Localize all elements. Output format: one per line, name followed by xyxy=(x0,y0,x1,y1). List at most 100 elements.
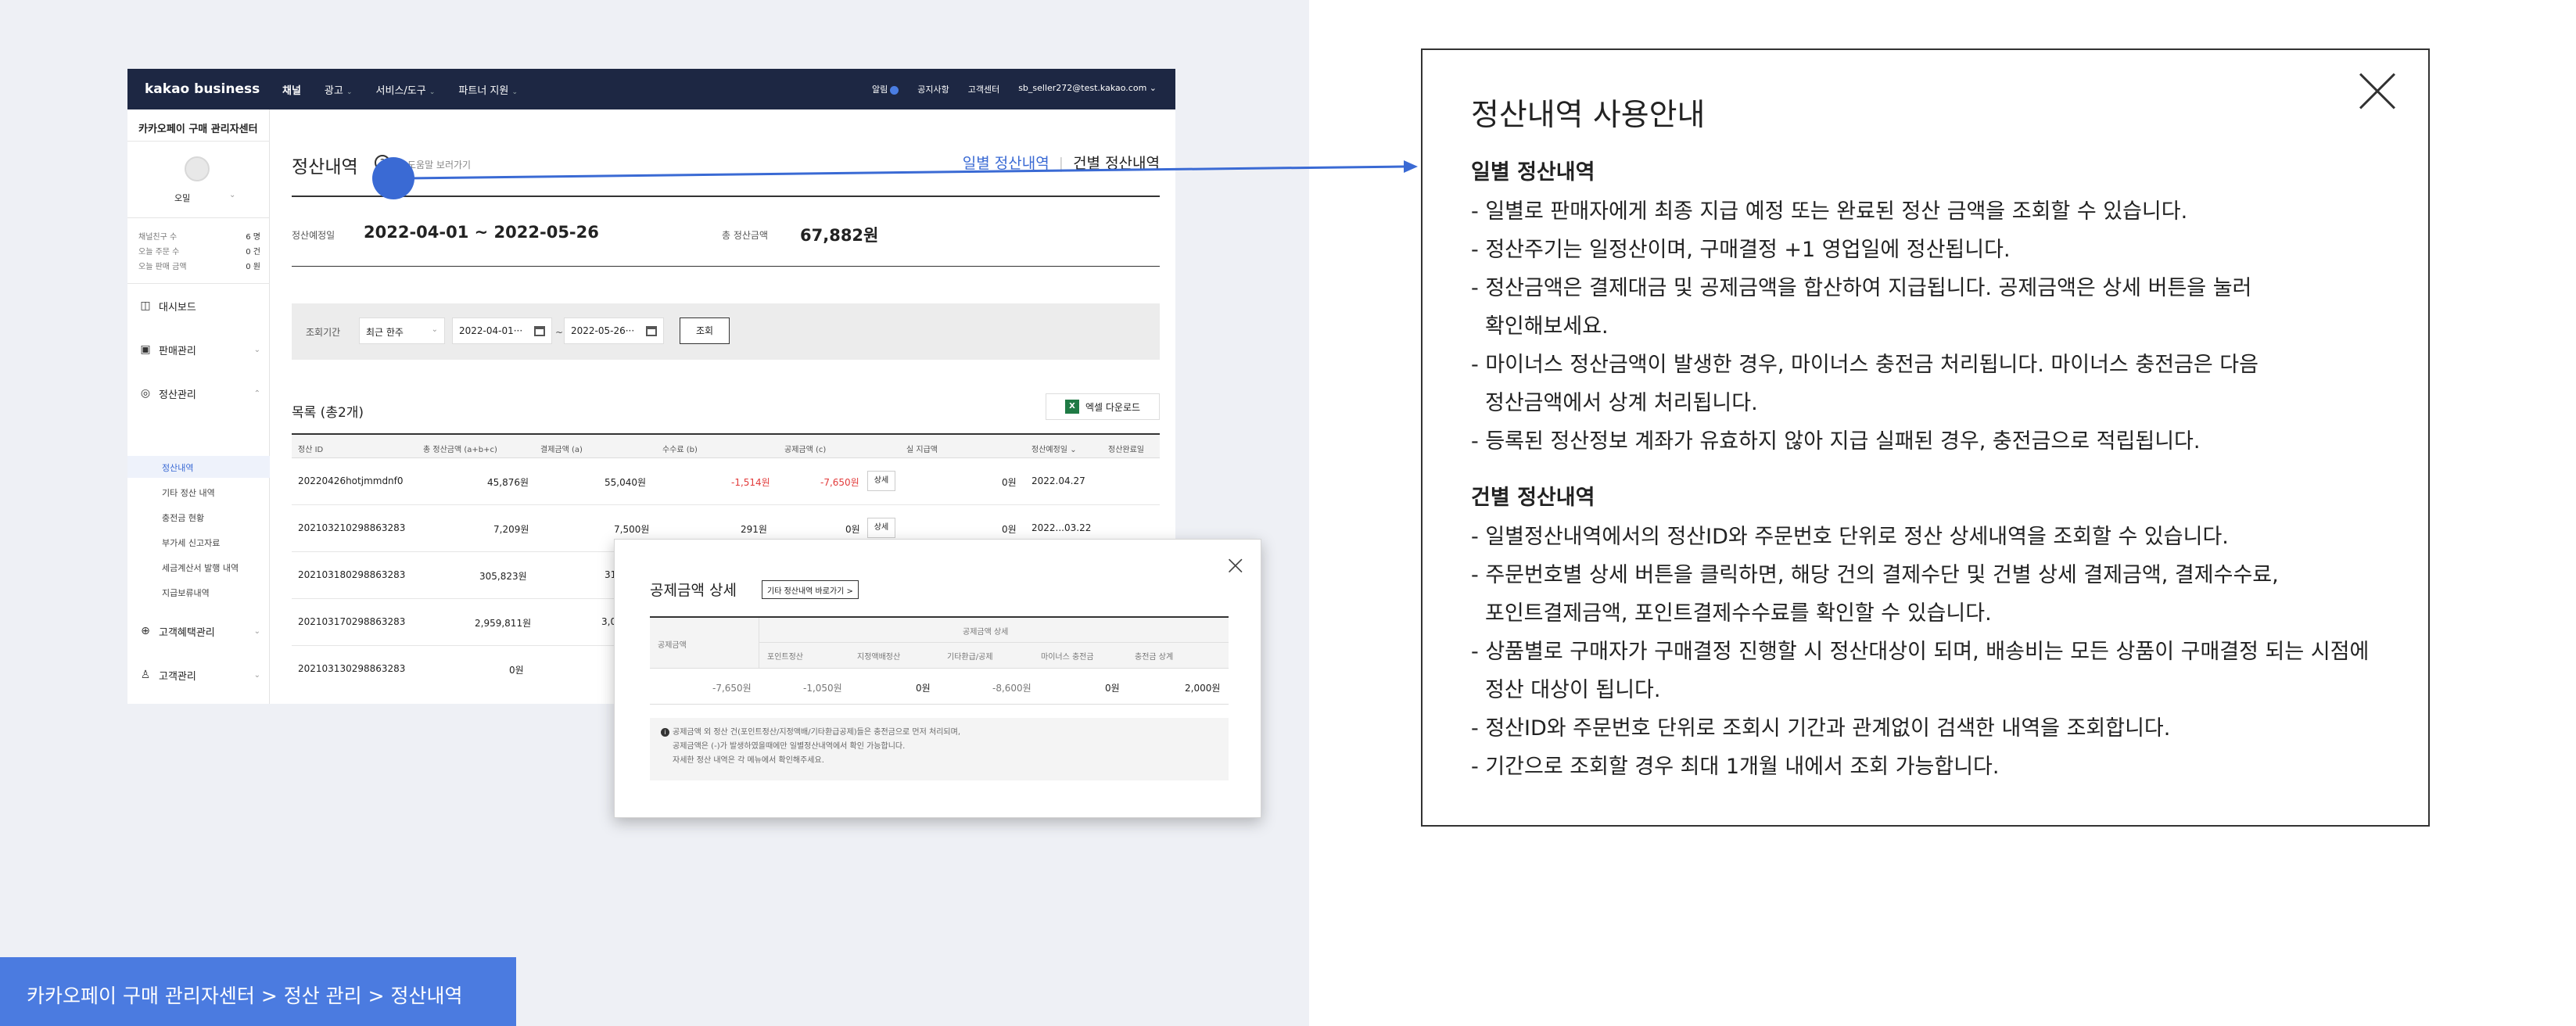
cell-fee: 291원 xyxy=(741,524,767,535)
sidebar: 카카오페이 구매 관리자센터 오밀 ⌄ 채널친구 수 6 명 오늘 주문 수 0 건… xyxy=(127,109,270,704)
cell-deduct: -7,650원 xyxy=(820,477,859,488)
column-header-sortable[interactable]: 정산예정일 ⌄ xyxy=(1031,443,1077,454)
sidebar-title: 카카오페이 구매 관리자센터 xyxy=(138,124,258,135)
cell-id: 20220426hotjmmdnf0 xyxy=(298,475,404,486)
menu-channel[interactable]: 채널 xyxy=(282,82,301,97)
sidebar-sub-settlement-history[interactable]: 정산내역 xyxy=(162,461,193,474)
guide-line: 확인해보세요. xyxy=(1485,314,1609,339)
charge-offset-value: 2,000원 xyxy=(1185,683,1221,694)
date-from-input[interactable]: 2022-04-01··· xyxy=(452,317,552,344)
sidebar-item-label: 대시보드 xyxy=(159,301,196,314)
guide-line: - 정산금액은 결제대금 및 공제금액을 합산하여 지급됩니다. 공제금액은 상… xyxy=(1471,276,2252,300)
chevron-down-icon: ⌄ xyxy=(1070,446,1077,454)
period-select[interactable]: 최근 한주 ⌄ xyxy=(359,317,445,344)
avatar[interactable] xyxy=(185,156,210,181)
close-icon[interactable] xyxy=(2358,72,2397,111)
sidebar-item-benefit[interactable]: ⊕ 고객혜택관리 ⌄ xyxy=(138,622,264,640)
date-to-input[interactable]: 2022-05-26··· xyxy=(564,317,664,344)
brand-logo[interactable]: kakao business xyxy=(145,81,260,97)
cell-pay: 55,040원 xyxy=(605,477,647,488)
guide-line: - 정산ID와 주문번호 단위로 조회시 기간과 관계없이 검색한 내역을 조회… xyxy=(1471,716,2171,741)
account-menu[interactable]: sb_seller272@test.kakao.com ⌄ xyxy=(1018,83,1157,95)
divider xyxy=(650,668,1229,669)
sidebar-item-label: 고객관리 xyxy=(159,670,196,683)
divider xyxy=(127,141,270,142)
calendar-icon[interactable] xyxy=(534,326,545,336)
sidebar-item-settlement[interactable]: ◎ 정산관리 ⌃ xyxy=(138,385,264,402)
deduction-detail-popup: 공제금액 상세 기타 정산내역 바로가기 > × 공제금액 공제금액 상세 포인… xyxy=(614,539,1261,818)
support-link[interactable]: 고객센터 xyxy=(968,83,999,95)
table-row[interactable]: 20220426hotjmmdnf0 45,876원 55,040원 -1,51… xyxy=(292,458,1160,505)
detail-button[interactable]: 상세 xyxy=(867,471,895,491)
sidebar-sub-etc-settlement[interactable]: 기타 정산 내역 xyxy=(162,486,215,499)
excel-icon: X xyxy=(1064,400,1079,414)
list-title: 목록 (총2개) xyxy=(292,405,364,421)
menu-partner-label: 파트너 지원 xyxy=(458,85,509,97)
stat-value: 0 건 xyxy=(246,248,260,256)
note-text: 공제금액은 (-)가 발생하였을때에만 일별정산내역에서 확인 가능합니다. xyxy=(673,742,906,751)
menu-ads-label: 광고 xyxy=(324,85,343,97)
dashboard-icon: ◫ xyxy=(140,300,151,312)
cell-total: 2,959,811원 xyxy=(475,618,532,629)
chevron-down-icon: ⌄ xyxy=(429,88,436,96)
sidebar-item-customer[interactable]: ♙ 고객관리 ⌄ xyxy=(138,666,264,683)
tab-daily-settlement[interactable]: 일별 정산내역 xyxy=(963,155,1049,172)
excel-download-button[interactable]: X 엑셀 다운로드 xyxy=(1046,393,1160,420)
period-label: 정산예정일 xyxy=(292,230,335,241)
chevron-down-icon: ⌄ xyxy=(431,325,438,334)
detail-button[interactable]: 상세 xyxy=(867,518,895,538)
sidebar-sub-charge-status[interactable]: 충전금 현황 xyxy=(162,511,204,524)
calendar-icon[interactable] xyxy=(646,326,657,336)
stat-value: 6 명 xyxy=(246,233,260,242)
chevron-down-icon: ⌄ xyxy=(511,88,518,96)
sidebar-item-sales[interactable]: ▣ 판매관리 ⌄ xyxy=(138,341,264,358)
cell-total: 45,876원 xyxy=(487,477,529,488)
column-header: 지정액배정산 xyxy=(857,653,901,662)
etc-refund-value: -8,600원 xyxy=(992,683,1031,694)
alarm-link[interactable]: 알림 xyxy=(872,83,899,95)
popup-title: 공제금액 상세 xyxy=(650,582,737,599)
sidebar-sub-vat-report[interactable]: 부가세 신고자료 xyxy=(162,536,220,549)
note-text: 자세한 정산 내역은 각 메뉴에서 확인해주세요. xyxy=(673,756,824,765)
nickname: 오밀 xyxy=(174,193,191,203)
menu-ads[interactable]: 광고 ⌄ xyxy=(325,82,353,97)
chevron-down-icon: ⌄ xyxy=(253,626,260,636)
cell-actual: 0원 xyxy=(1002,477,1017,488)
help-link[interactable]: 도움말 보러가기 xyxy=(407,158,471,171)
guide-line: - 마이너스 정산금액이 발생한 경우, 마이너스 충전금 처리됩니다. 마이너… xyxy=(1471,353,2258,377)
guide-title: 정산내역 사용안내 xyxy=(1471,98,1706,133)
sidebar-sub-tax-invoice[interactable]: 세금계산서 발행 내역 xyxy=(162,561,239,574)
guide-line: 정산 대상이 됩니다. xyxy=(1485,678,1661,702)
tab-separator: | xyxy=(1058,155,1064,172)
close-icon[interactable]: × xyxy=(1225,552,1247,579)
guide-line: - 정산주기는 일정산이며, 구매결정 +1 영업일에 정산됩니다. xyxy=(1471,238,2011,262)
divider xyxy=(127,217,270,218)
usage-guide-panel: 정산내역 사용안내 일별 정산내역 - 일별로 판매자에게 최종 지급 예정 또… xyxy=(1421,48,2430,827)
excel-download-label: 엑셀 다운로드 xyxy=(1085,401,1141,413)
deduction-total-value: -7,650원 xyxy=(712,683,752,694)
page-title: 정산내역 xyxy=(292,157,358,178)
cell-total: 7,209원 xyxy=(493,524,529,535)
guide-line: 포인트결제금액, 포인트결제수수료를 확인할 수 있습니다. xyxy=(1485,601,1992,626)
sidebar-item-label: 판매관리 xyxy=(159,345,196,357)
guide-line: - 주문번호별 상세 버튼을 클릭하면, 해당 건의 결제수단 및 건별 상세 … xyxy=(1471,563,2279,587)
point-settlement-value: -1,050원 xyxy=(803,683,842,694)
notice-link[interactable]: 공지사항 xyxy=(917,83,949,95)
chevron-down-icon[interactable]: ⌄ xyxy=(229,191,235,199)
top-nav: kakao business 채널 광고 ⌄ 서비스/도구 ⌄ 파트너 지원 ⌄… xyxy=(127,69,1175,109)
divider xyxy=(759,642,1229,643)
menu-partner[interactable]: 파트너 지원 ⌄ xyxy=(458,82,518,97)
column-header: 결제금액 (a) xyxy=(540,446,583,454)
guide-line: - 일별로 판매자에게 최종 지급 예정 또는 완료된 정산 금액을 조회할 수… xyxy=(1471,199,2188,224)
query-button[interactable]: 조회 xyxy=(680,317,730,344)
sidebar-item-dashboard[interactable]: ◫ 대시보드 xyxy=(138,297,264,314)
menu-services[interactable]: 서비스/도구 ⌄ xyxy=(376,82,436,97)
cell-date: 2022.04.27 xyxy=(1031,475,1085,486)
sidebar-sub-hold[interactable]: 지급보류내역 xyxy=(162,587,210,599)
alarm-badge-icon xyxy=(890,85,899,95)
stat-row: 오늘 주문 수 0 건 xyxy=(138,245,260,260)
total-value: 67,882원 xyxy=(800,226,879,245)
guide-section-title: 건별 정산내역 xyxy=(1471,486,1595,510)
tab-item-settlement[interactable]: 건별 정산내역 xyxy=(1073,155,1160,172)
etc-settlement-link[interactable]: 기타 정산내역 바로가기 > xyxy=(762,580,859,599)
